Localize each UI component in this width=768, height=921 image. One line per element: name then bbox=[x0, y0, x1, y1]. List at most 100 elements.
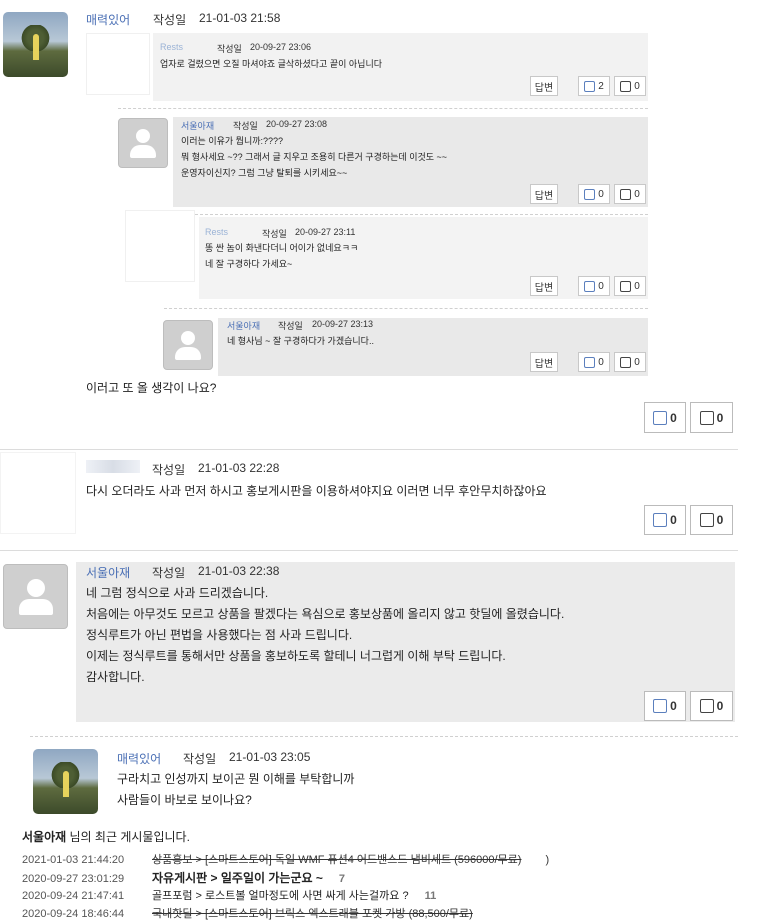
upvote-count: 0 bbox=[598, 356, 604, 368]
thumbs-down-icon bbox=[620, 356, 632, 368]
upvote-button[interactable]: 0 bbox=[578, 352, 610, 372]
upvote-button[interactable]: 0 bbox=[644, 402, 686, 433]
divider bbox=[118, 108, 648, 109]
downvote-count: 0 bbox=[634, 280, 640, 292]
quoted-date: 20-09-27 23:08 bbox=[266, 119, 328, 129]
quoted-author[interactable]: Rests bbox=[205, 227, 228, 237]
quoted-date-label: 작성일 bbox=[233, 121, 258, 131]
upvote-button[interactable]: 0 bbox=[644, 505, 686, 535]
quoted-text: 이러는 이유가 뭡니까:???? bbox=[181, 136, 284, 146]
avatar bbox=[118, 118, 168, 168]
thumbs-down-icon bbox=[620, 280, 632, 292]
upvote-button[interactable]: 0 bbox=[644, 691, 686, 721]
downvote-button[interactable]: 0 bbox=[690, 402, 733, 433]
recent-post-title[interactable]: 골프포럼 > 로스트볼 얼마정도에 사면 싸게 사는걸까요 ? bbox=[152, 890, 409, 902]
downvote-count: 0 bbox=[716, 513, 724, 527]
thumbs-up-icon bbox=[584, 356, 596, 368]
quoted-date: 20-09-27 23:13 bbox=[312, 319, 374, 329]
quoted-text: 운영자이신지? 그럼 그냥 탈퇴를 시키세요~~ bbox=[181, 168, 348, 178]
thumbs-down-icon bbox=[699, 513, 714, 527]
quoted-text: 네 잘 구경하다 가세요~ bbox=[205, 259, 293, 269]
comment-body: 이러고 또 올 생각이 나요? bbox=[86, 381, 217, 395]
divider bbox=[0, 550, 738, 551]
avatar bbox=[163, 320, 213, 370]
reply-label: 답변 bbox=[534, 190, 554, 202]
thumbs-up-icon bbox=[653, 699, 668, 713]
quoted-date-label: 작성일 bbox=[262, 229, 287, 239]
reply-button[interactable]: 답변 bbox=[530, 352, 558, 372]
reply-label: 답변 bbox=[534, 82, 554, 94]
comment-author[interactable]: 서울아재 bbox=[86, 564, 130, 581]
recent-post-date: 2020-09-24 21:47:41 bbox=[22, 890, 125, 902]
quoted-author[interactable]: Rests bbox=[160, 42, 183, 52]
recent-post-title[interactable]: 국내핫딜 > [스마트스토어] 브릭스 엑스트래블 포켓 가방 (88,500/… bbox=[152, 908, 473, 920]
upvote-count: 2 bbox=[598, 80, 604, 92]
downvote-button[interactable]: 0 bbox=[614, 184, 646, 204]
comment-author[interactable]: 매력있어 bbox=[117, 750, 161, 767]
downvote-button[interactable]: 0 bbox=[690, 691, 733, 721]
downvote-count: 0 bbox=[716, 699, 724, 713]
comment-author[interactable]: 매력있어 bbox=[86, 11, 130, 28]
thumbs-up-icon bbox=[584, 280, 596, 292]
thumbs-up-icon bbox=[584, 80, 596, 92]
thumbs-down-icon bbox=[620, 188, 632, 200]
divider bbox=[0, 449, 738, 450]
avatar bbox=[125, 210, 195, 282]
avatar bbox=[0, 452, 76, 534]
quoted-text: 업자로 걸렸으면 오질 마셔야죠 글삭하셨다고 끝이 아닙니다 bbox=[160, 59, 383, 69]
reply-label: 답변 bbox=[534, 358, 554, 370]
comment-body: 정식루트가 아닌 편법을 사용했다는 점 사과 드립니다. bbox=[86, 628, 353, 642]
comment-body: 구라치고 인성까지 보이곤 뭔 이해를 부탁합니까 bbox=[117, 772, 355, 786]
quoted-date: 20-09-27 23:11 bbox=[295, 227, 356, 237]
upvote-count: 0 bbox=[670, 410, 677, 425]
comment-author-blurred bbox=[86, 460, 140, 473]
recent-post-count: 7 bbox=[338, 873, 345, 885]
upvote-count: 0 bbox=[670, 513, 677, 527]
comment-date-label: 작성일 bbox=[153, 13, 187, 27]
recent-post-title[interactable]: 자유게시판 > 일주일이 가는군요 ~ bbox=[152, 871, 323, 885]
recent-post-date: 2020-09-24 18:46:44 bbox=[22, 908, 125, 920]
quoted-text: 똥 싼 놈이 화낸다더니 어이가 없네요ㅋㅋ bbox=[205, 243, 359, 253]
reply-button[interactable]: 답변 bbox=[530, 276, 558, 296]
reply-label: 답변 bbox=[534, 282, 554, 294]
comment-date: 21-01-03 21:58 bbox=[199, 11, 281, 25]
downvote-count: 0 bbox=[634, 356, 640, 368]
upvote-button[interactable]: 0 bbox=[578, 184, 610, 204]
thumbs-up-icon bbox=[584, 188, 596, 200]
quoted-author[interactable]: 서울아재 bbox=[227, 319, 260, 332]
comment-date: 21-01-03 22:28 bbox=[198, 461, 280, 475]
quoted-date-label: 작성일 bbox=[278, 321, 303, 331]
downvote-count: 0 bbox=[716, 410, 724, 425]
reply-button[interactable]: 답변 bbox=[530, 76, 558, 96]
avatar bbox=[33, 749, 98, 814]
recent-posts-heading: 서울아재 님의 최근 게시물입니다. bbox=[22, 828, 190, 845]
recent-post-row[interactable]: 2020-09-27 23:01:29 자유게시판 > 일주일이 가는군요 ~ 7 bbox=[22, 869, 345, 886]
avatar bbox=[3, 564, 68, 629]
recent-post-row[interactable]: 2020-09-24 18:46:44 국내핫딜 > [스마트스토어] 브릭스 엑… bbox=[22, 905, 473, 921]
upvote-count: 0 bbox=[670, 699, 677, 713]
downvote-button[interactable]: 0 bbox=[614, 352, 646, 372]
downvote-button[interactable]: 0 bbox=[690, 505, 733, 535]
thumbs-up-icon bbox=[653, 410, 668, 425]
thumbs-up-icon bbox=[653, 513, 668, 527]
downvote-button[interactable]: 0 bbox=[614, 76, 646, 96]
recent-post-row[interactable]: 2021-01-03 21:44:20 상품홍보 > [스마트스토어] 독일 WM… bbox=[22, 851, 549, 867]
recent-user[interactable]: 서울아재 bbox=[22, 830, 66, 844]
recent-post-row[interactable]: 2020-09-24 21:47:41 골프포럼 > 로스트볼 얼마정도에 사면 … bbox=[22, 887, 436, 903]
quoted-text: 네 형사님 ~ 잘 구경하다가 가겠습니다.. bbox=[227, 336, 374, 346]
upvote-button[interactable]: 2 bbox=[578, 76, 610, 96]
comment-date-label: 작성일 bbox=[152, 463, 186, 477]
comment-date-label: 작성일 bbox=[152, 566, 186, 580]
upvote-button[interactable]: 0 bbox=[578, 276, 610, 296]
comment-body: 감사합니다. bbox=[86, 670, 145, 684]
comment-body: 다시 오더라도 사과 먼저 하시고 홍보게시판을 이용하셔야지요 이러면 너무 … bbox=[86, 484, 547, 498]
avatar bbox=[86, 33, 150, 95]
quoted-author[interactable]: 서울아재 bbox=[181, 119, 214, 132]
recent-post-title[interactable]: 상품홍보 > [스마트스토어] 독일 WMF 퓨션4 어드밴스드 냄비세트 (5… bbox=[152, 854, 521, 866]
downvote-button[interactable]: 0 bbox=[614, 276, 646, 296]
upvote-count: 0 bbox=[598, 280, 604, 292]
reply-button[interactable]: 답변 bbox=[530, 184, 558, 204]
recent-post-count: 11 bbox=[424, 890, 437, 902]
divider bbox=[30, 736, 738, 737]
popup-close-marker[interactable]: ) bbox=[545, 854, 549, 866]
